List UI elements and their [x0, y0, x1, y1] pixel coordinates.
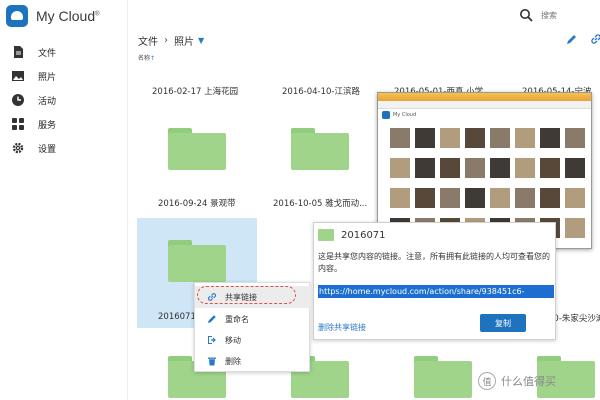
photo-thumbnail[interactable] [540, 158, 560, 178]
logo-text: My Cloud® [36, 8, 100, 24]
clock-icon [12, 94, 24, 106]
photo-thumbnail[interactable] [465, 128, 485, 148]
cloud-logo-icon [382, 111, 390, 119]
photo-thumbnail[interactable] [565, 158, 585, 178]
search-input[interactable] [541, 10, 591, 20]
menu-item-move[interactable]: 移动 [195, 329, 311, 351]
move-icon [208, 336, 216, 344]
sidebar-item-photos[interactable]: 照片 [0, 64, 128, 88]
copy-button[interactable]: 复制 [480, 314, 526, 332]
folder-icon[interactable] [414, 356, 472, 398]
cloud-logo-icon [6, 5, 28, 27]
sidebar-item-activity[interactable]: 活动 [0, 88, 128, 112]
dialog-folder-name: 2016071 [341, 229, 386, 241]
menu-item-delete[interactable]: 删除 [195, 350, 311, 372]
folder-icon[interactable] [291, 128, 349, 170]
photo-thumbnail[interactable] [490, 128, 510, 148]
menu-item-label: 删除 [225, 356, 241, 366]
breadcrumb-separator: › [164, 35, 168, 46]
menu-item-label: 移动 [225, 335, 241, 345]
photo-thumbnail[interactable] [440, 128, 460, 148]
photo-icon [12, 70, 24, 82]
photo-thumbnail[interactable] [490, 158, 510, 178]
photo-thumbnail[interactable] [415, 128, 435, 148]
breadcrumb-root[interactable]: 文件 [138, 33, 158, 48]
photo-thumbnail[interactable] [515, 158, 535, 178]
watermark-text: 什么值得买 [501, 375, 556, 388]
sidebar-nav: 文件 照片 活动 服务 设置 [0, 40, 128, 160]
toolbar [566, 33, 600, 45]
sidebar-item-label: 设置 [38, 144, 57, 155]
sidebar: My Cloud® 文件 照片 活动 服务 设置 [0, 0, 128, 400]
document-icon [12, 46, 24, 58]
photo-thumbnail[interactable] [390, 158, 410, 178]
sidebar-item-settings[interactable]: 设置 [0, 136, 128, 160]
folder-label: 2016-04-10-江滨路 [282, 87, 360, 97]
photo-thumbnail[interactable] [440, 158, 460, 178]
menu-item-rename[interactable]: 重命名 [195, 308, 311, 330]
search-box[interactable] [513, 5, 600, 25]
breadcrumb-current[interactable]: 照片 [174, 33, 194, 48]
sidebar-item-label: 照片 [38, 72, 57, 83]
photo-thumbnail[interactable] [415, 188, 435, 208]
sort-arrow-icon: ↑ [150, 55, 156, 62]
folder-icon[interactable] [168, 128, 226, 170]
photo-thumbnail[interactable] [540, 188, 560, 208]
photo-thumbnail[interactable] [515, 128, 535, 148]
dialog-message: 这是共享您内容的链接。注意，所有拥有此链接的人均可查看您的内容。 [318, 252, 550, 273]
sidebar-item-services[interactable]: 服务 [0, 112, 128, 136]
dialog-header: 2016071 [318, 229, 386, 241]
inner-header: My Cloud [378, 109, 591, 121]
breadcrumb: 文件 › 照片 ▼ [138, 33, 204, 48]
photo-thumbnail[interactable] [565, 218, 585, 238]
pencil-icon[interactable] [566, 33, 578, 45]
photo-thumbnail[interactable] [540, 128, 560, 148]
photo-thumbnail[interactable] [465, 158, 485, 178]
folder-icon[interactable] [168, 240, 226, 282]
folder-label: 2016-09-24 景观带 [158, 199, 236, 209]
photo-thumbnail[interactable] [515, 188, 535, 208]
trash-icon [208, 357, 216, 366]
photo-thumbnail[interactable] [390, 128, 410, 148]
photo-thumbnail[interactable] [415, 158, 435, 178]
folder-label: 2016-10-05 雅戈而动... [273, 199, 368, 209]
photo-thumbnail[interactable] [465, 188, 485, 208]
link-icon[interactable] [590, 33, 600, 45]
folder-label: 2016-02-17 上海花园 [152, 87, 239, 97]
search-icon [520, 9, 533, 22]
address-bar [378, 101, 591, 109]
photo-thumbnail[interactable] [390, 188, 410, 208]
watermark-logo-icon: 值 [478, 372, 496, 390]
sidebar-item-label: 服务 [38, 120, 57, 131]
grid-icon [12, 118, 24, 130]
folder-icon [318, 229, 334, 241]
menu-item-label: 重命名 [225, 314, 249, 324]
chevron-down-icon[interactable]: ▼ [198, 36, 204, 45]
window-titlebar [378, 93, 591, 101]
app-logo[interactable]: My Cloud® [6, 5, 100, 27]
highlight-annotation [197, 286, 296, 304]
sidebar-item-label: 文件 [38, 48, 57, 59]
sort-control[interactable]: 名称↑ [138, 53, 155, 62]
sidebar-item-label: 活动 [38, 96, 57, 107]
delete-share-link[interactable]: 删除共享链接 [318, 322, 366, 333]
pencil-icon [208, 315, 216, 323]
folder-label: 2016071( [158, 312, 200, 322]
sidebar-item-files[interactable]: 文件 [0, 40, 128, 64]
gear-icon [12, 142, 24, 154]
photo-thumbnail[interactable] [565, 188, 585, 208]
inner-title: My Cloud [393, 112, 417, 118]
sort-label: 名称 [138, 55, 151, 62]
photo-thumbnail[interactable] [490, 188, 510, 208]
app-window: My Cloud® 文件 照片 活动 服务 设置 搜索 文件 › 照片 ▼ 名称… [0, 0, 600, 400]
photo-thumbnail[interactable] [440, 188, 460, 208]
photo-thumbnail[interactable] [565, 128, 585, 148]
share-url-field[interactable]: https://home.mycloud.com/action/share/93… [318, 285, 554, 298]
watermark: 值 什么值得买 [478, 372, 556, 390]
